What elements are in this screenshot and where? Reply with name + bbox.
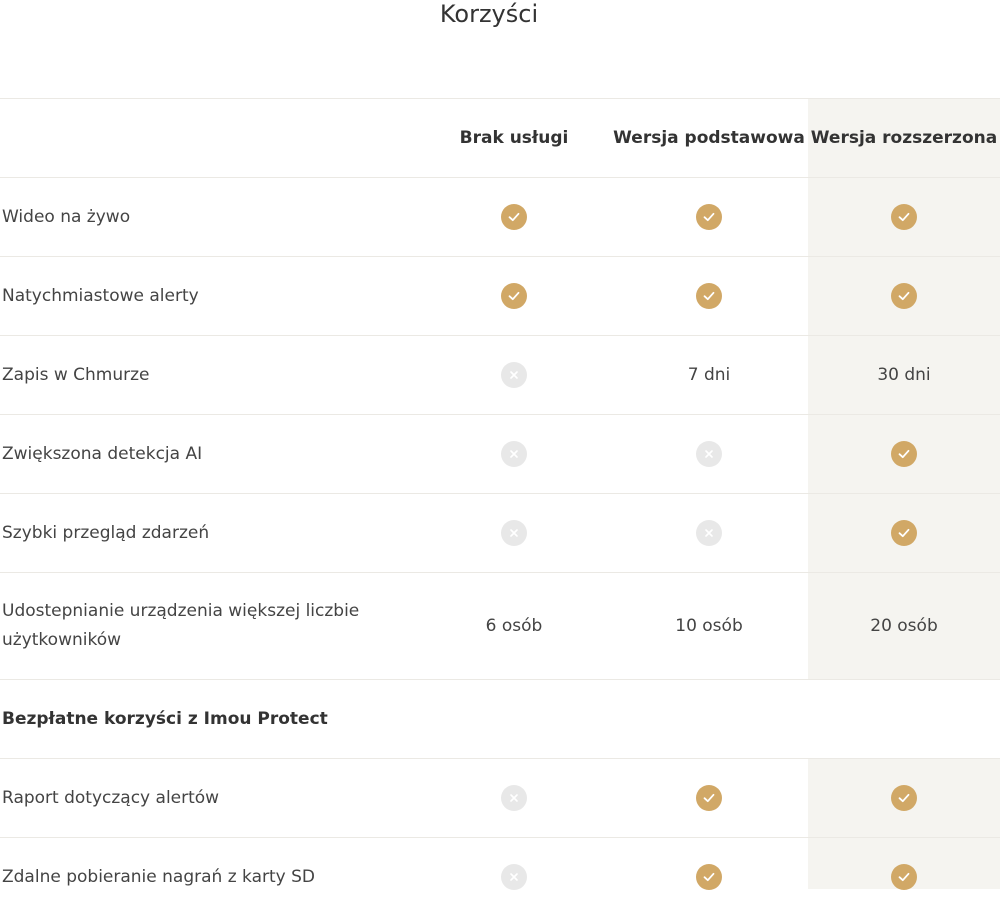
row-cell xyxy=(418,785,610,811)
row-cell xyxy=(610,441,808,467)
check-icon xyxy=(891,204,917,230)
row-cell xyxy=(808,441,1000,467)
column-header-no-service: Brak usługi xyxy=(459,128,569,148)
table-row: Szybki przegląd zdarzeń xyxy=(0,493,1000,572)
section-title: Bezpłatne korzyści z Imou Protect xyxy=(2,708,328,729)
cell-value: 10 osób xyxy=(675,616,743,636)
row-cell: 10 osób xyxy=(610,616,808,636)
cell-value: 30 dni xyxy=(877,365,931,385)
cross-icon xyxy=(501,520,527,546)
row-cell xyxy=(418,441,610,467)
row-label: Raport dotyczący alertów xyxy=(2,787,220,808)
table-row: Zdalne pobieranie nagrań z karty SD xyxy=(0,837,1000,916)
row-cell xyxy=(610,204,808,230)
row-cell xyxy=(418,520,610,546)
check-icon xyxy=(696,283,722,309)
cell-value: 7 dni xyxy=(687,365,731,385)
check-icon xyxy=(696,864,722,890)
check-icon xyxy=(696,204,722,230)
row-cell xyxy=(808,283,1000,309)
row-cell xyxy=(808,864,1000,890)
column-header-extended: Wersja rozszerzona xyxy=(810,128,998,148)
row-label: Szybki przegląd zdarzeń xyxy=(2,522,210,543)
row-cell xyxy=(610,520,808,546)
check-icon xyxy=(696,785,722,811)
row-cell xyxy=(610,283,808,309)
table-row: Udostepnianie urządzenia większej liczbi… xyxy=(0,572,1000,679)
table-row: Wideo na żywo xyxy=(0,177,1000,256)
cross-icon xyxy=(501,864,527,890)
check-icon xyxy=(891,441,917,467)
row-cell xyxy=(610,864,808,890)
check-icon xyxy=(891,785,917,811)
row-label: Zapis w Chmurze xyxy=(2,364,150,385)
row-cell xyxy=(418,362,610,388)
cell-value: 6 osób xyxy=(485,616,543,636)
row-label: Zwiększona detekcja AI xyxy=(2,443,203,464)
row-cell xyxy=(610,785,808,811)
cross-icon xyxy=(501,441,527,467)
row-cell: 7 dni xyxy=(610,365,808,385)
row-cell: 30 dni xyxy=(808,365,1000,385)
row-label: Wideo na żywo xyxy=(2,206,131,227)
table-row: Raport dotyczący alertów xyxy=(0,758,1000,837)
table-header-row: Brak usługi Wersja podstawowa Wersja roz… xyxy=(0,98,1000,177)
check-icon xyxy=(891,520,917,546)
row-cell: 6 osób xyxy=(418,616,610,636)
cross-icon xyxy=(696,441,722,467)
comparison-table: Brak usługi Wersja podstawowa Wersja roz… xyxy=(0,98,1000,916)
table-row: Natychmiastowe alerty xyxy=(0,256,1000,335)
cross-icon xyxy=(501,362,527,388)
cross-icon xyxy=(501,785,527,811)
row-cell xyxy=(808,520,1000,546)
row-label: Udostepnianie urządzenia większej liczbi… xyxy=(2,601,360,650)
cell-value: 20 osób xyxy=(870,616,938,636)
row-cell: 20 osób xyxy=(808,616,1000,636)
column-header-basic: Wersja podstawowa xyxy=(613,128,805,148)
row-cell xyxy=(418,864,610,890)
row-label: Zdalne pobieranie nagrań z karty SD xyxy=(2,866,316,887)
check-icon xyxy=(501,283,527,309)
row-cell xyxy=(418,204,610,230)
check-icon xyxy=(891,283,917,309)
check-icon xyxy=(891,864,917,890)
row-cell xyxy=(808,204,1000,230)
page-title: Korzyści xyxy=(439,0,539,28)
table-row: Zapis w Chmurze 7 dni 30 dni xyxy=(0,335,1000,414)
cross-icon xyxy=(696,520,722,546)
row-label: Natychmiastowe alerty xyxy=(2,285,199,306)
row-cell xyxy=(808,785,1000,811)
check-icon xyxy=(501,204,527,230)
row-cell xyxy=(418,283,610,309)
table-row: Zwiększona detekcja AI xyxy=(0,414,1000,493)
section-row-free-benefits: Bezpłatne korzyści z Imou Protect xyxy=(0,679,1000,758)
